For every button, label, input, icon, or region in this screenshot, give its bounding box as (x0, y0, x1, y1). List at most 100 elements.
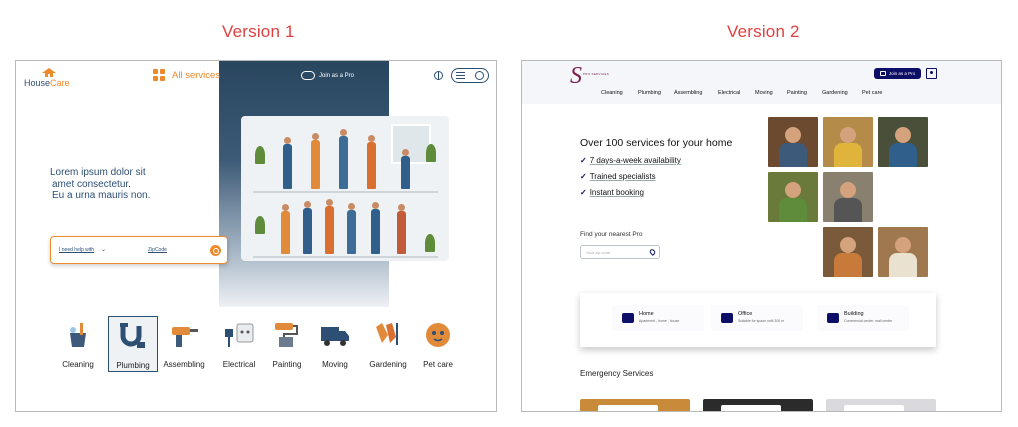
category-electrical[interactable]: Electrical (214, 316, 264, 369)
plant-icon (426, 144, 436, 162)
pipe-icon (120, 323, 145, 348)
category-gardening[interactable]: Gardening (363, 316, 413, 369)
briefcase-icon (879, 71, 886, 76)
building-icon (827, 313, 839, 323)
join-as-pro-button[interactable]: Join as a Pro (874, 68, 921, 79)
nav-item-plumbing[interactable]: Plumbing (638, 90, 661, 96)
category-label: Gardening (369, 360, 407, 369)
nav-item-moving[interactable]: Moving (755, 90, 773, 96)
join-as-pro-label: Join as a Pro (319, 72, 355, 79)
category-painting[interactable]: Painting (262, 316, 312, 369)
user-icon[interactable] (926, 68, 937, 79)
type-desc: Apartment , home , house (639, 319, 680, 323)
paint-roller-icon (275, 323, 298, 347)
pro-photo (878, 227, 928, 277)
hero-line: Lorem ipsum dolor sit (50, 167, 146, 178)
type-name: Home (639, 311, 654, 317)
pro-photo (823, 227, 873, 277)
drill-icon (172, 327, 198, 347)
type-card-home[interactable]: Home Apartment , home , house (612, 305, 704, 331)
all-services-label: All services (172, 69, 221, 81)
emergency-card[interactable] (580, 399, 690, 411)
hamburger-icon (456, 72, 465, 79)
worker-figure (401, 149, 410, 189)
worker-figure (347, 203, 356, 254)
pro-photo (878, 117, 928, 167)
check-icon: ✓ (580, 172, 587, 181)
worker-figure (281, 204, 290, 254)
zip-code-input[interactable]: Your zip code (580, 245, 660, 259)
check-icon: ✓ (580, 156, 587, 165)
truck-icon (321, 327, 349, 346)
globe-icon[interactable] (434, 71, 443, 80)
hero-line: amet consectetur. (52, 178, 131, 190)
pet-icon (426, 323, 450, 347)
shelf (253, 191, 438, 193)
nav-item-gardening[interactable]: Gardening (822, 90, 848, 96)
nav-item-painting[interactable]: Painting (787, 90, 807, 96)
type-card-office[interactable]: Office Suitable for space until 300 m (711, 305, 803, 331)
join-as-pro-label: Join as a Pro (888, 71, 916, 76)
pro-photo (768, 117, 818, 167)
user-icon (475, 71, 484, 80)
category-assembling[interactable]: Assembling (159, 316, 209, 369)
menu-account-button[interactable] (451, 68, 489, 83)
hero-line: Eu a urna mauris non. (52, 190, 151, 201)
worker-figure (311, 133, 320, 189)
zip-placeholder: Your zip code (586, 250, 611, 255)
location-pin-icon[interactable] (648, 248, 657, 256)
nav-item-assembling[interactable]: Assembling (674, 90, 702, 96)
category-row: Cleaning Plumbing Assembling Electrical … (16, 316, 496, 376)
search-icon[interactable] (210, 245, 221, 256)
version-1-screen: HouseCare All services Join as a Pro Lor… (15, 60, 497, 412)
search-bar: I need help with ⌄ ZipCode (50, 236, 228, 264)
divider (41, 411, 471, 412)
feature-item: ✓ Instant booking (580, 188, 644, 197)
pro-photo (768, 172, 818, 222)
grid-icon (153, 69, 165, 81)
nav-item-pet-care[interactable]: Pet care (862, 90, 882, 96)
version-1-title: Version 1 (222, 22, 295, 41)
category-label: Painting (272, 360, 302, 369)
worker-figure (325, 199, 334, 254)
nav-item-electrical[interactable]: Electrical (718, 90, 740, 96)
category-label: Electrical (222, 360, 256, 369)
worker-figure (303, 201, 312, 254)
plant-icon (255, 146, 265, 164)
shelf (253, 256, 438, 258)
category-cleaning[interactable]: Cleaning (53, 316, 103, 369)
version-2-screen: S PRO SERVICES Join as a Pro Cleaning Pl… (521, 60, 1002, 412)
type-desc: Suitable for space until 300 m (738, 319, 785, 323)
logo-text: PRO SERVICES (583, 72, 610, 76)
chevron-down-icon[interactable]: ⌄ (101, 246, 106, 253)
handshake-icon (301, 71, 315, 80)
category-label: Moving (322, 360, 348, 369)
category-label: Cleaning (62, 360, 94, 369)
housecare-logo[interactable]: HouseCare (24, 68, 74, 90)
emergency-card[interactable] (826, 399, 936, 411)
pro-photo (823, 117, 873, 167)
category-moving[interactable]: Moving (310, 316, 360, 369)
feature-item: ✓ Trained specialists (580, 172, 656, 181)
type-card-building[interactable]: Building Commercial center, mall center (817, 305, 909, 331)
plant-icon (425, 234, 435, 252)
need-help-dropdown[interactable]: I need help with (59, 247, 94, 253)
worker-figure (339, 129, 348, 189)
emergency-services-title: Emergency Services (580, 369, 654, 378)
join-as-pro-link[interactable]: Join as a Pro (301, 71, 354, 80)
zipcode-input[interactable]: ZipCode (148, 247, 167, 253)
nav-item-cleaning[interactable]: Cleaning (601, 90, 623, 96)
hero-text: Lorem ipsum dolor sit amet consectetur. … (50, 167, 200, 202)
plant-icon (255, 216, 265, 234)
window-decoration (391, 124, 431, 164)
emergency-card[interactable] (703, 399, 813, 411)
pro-services-logo[interactable]: S PRO SERVICES (570, 63, 610, 91)
workers-illustration (241, 116, 449, 261)
worker-figure (397, 204, 406, 254)
type-desc: Commercial center, mall center (844, 319, 893, 323)
category-label: Pet care (423, 360, 453, 369)
all-services-button[interactable]: All services (153, 69, 220, 81)
cleaning-bucket-icon (70, 323, 86, 347)
category-plumbing[interactable]: Plumbing (108, 316, 158, 372)
category-pet-care[interactable]: Pet care (413, 316, 463, 369)
